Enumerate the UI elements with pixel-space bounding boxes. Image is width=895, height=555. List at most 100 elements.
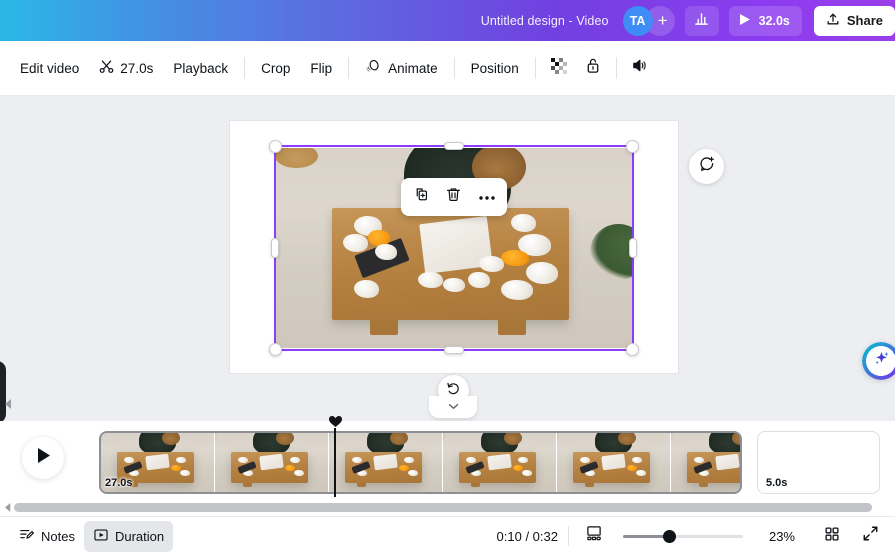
edit-video-button[interactable]: Edit video: [10, 54, 89, 83]
scroll-left-button[interactable]: [2, 398, 14, 412]
video-crumpled-paper: [500, 280, 533, 300]
volume-icon: [631, 57, 648, 79]
flip-button[interactable]: Flip: [300, 54, 342, 83]
preview-play-button[interactable]: 32.0s: [728, 5, 802, 36]
clip-duration-label: 5.0s: [766, 477, 788, 489]
share-label: Share: [846, 13, 883, 28]
avatar[interactable]: TA: [622, 5, 653, 36]
playhead-marker[interactable]: [329, 414, 342, 427]
video-crumpled-paper: [479, 256, 505, 272]
animate-icon: [365, 58, 382, 78]
timeline-thumbnail[interactable]: [443, 433, 556, 492]
canva-video-editor: Untitled design - Video TA + 32.0s Share…: [0, 0, 895, 555]
bottom-bar: Notes Duration 0:10 / 0:32 23%: [0, 516, 895, 555]
timeline-clip-selected[interactable]: 27.0s: [99, 431, 742, 494]
scissors-icon: [99, 59, 114, 77]
zoom-slider-fill: [623, 534, 669, 538]
magic-ring: [862, 342, 895, 380]
top-bar: Untitled design - Video TA + 32.0s Share: [0, 0, 895, 41]
position-button[interactable]: Position: [461, 54, 529, 83]
grid-view-icon: [824, 526, 840, 547]
more-options-button[interactable]: [473, 183, 501, 211]
video-crumpled-paper: [375, 244, 397, 260]
zoom-slider[interactable]: [623, 529, 743, 543]
transparency-icon: [550, 57, 567, 79]
video-crumpled-paper: [343, 234, 369, 252]
element-toolbar: Edit video 27.0s Playback Crop Flip Anim…: [0, 41, 895, 96]
upload-icon: [826, 12, 840, 29]
play-icon: [739, 13, 751, 29]
toolbar-divider-5: [615, 57, 617, 79]
toolbar-divider-2: [348, 57, 350, 79]
magic-studio-button[interactable]: [862, 342, 895, 380]
lock-button[interactable]: [576, 52, 610, 84]
fullscreen-button[interactable]: [855, 522, 885, 550]
collaborators-group: TA +: [622, 5, 675, 36]
total-duration-label: 32.0s: [758, 13, 790, 28]
unlock-icon: [585, 57, 601, 79]
zoom-slider-thumb[interactable]: [662, 529, 676, 543]
timeline-thumbnail[interactable]: [329, 433, 442, 492]
timeline-thumbnail[interactable]: [671, 433, 740, 492]
playback-button[interactable]: Playback: [163, 54, 238, 83]
duplicate-icon: [413, 186, 430, 208]
flip-label: Flip: [310, 60, 333, 76]
video-crumpled-paper: [353, 280, 379, 298]
chevron-down-icon: [448, 397, 459, 415]
grid-view-button[interactable]: [817, 522, 847, 550]
share-button[interactable]: Share: [813, 5, 895, 36]
delete-button[interactable]: [440, 183, 468, 211]
presentation-view-button[interactable]: [579, 522, 609, 550]
duration-icon: [93, 527, 109, 546]
transparency-button[interactable]: [542, 52, 576, 84]
notes-icon: [19, 527, 35, 546]
video-crumpled-paper: [418, 272, 444, 288]
chevron-left-icon: [4, 499, 11, 517]
toolbar-divider-3: [453, 57, 455, 79]
timeline-thumbnail[interactable]: [215, 433, 328, 492]
toolbar-divider-4: [534, 57, 536, 79]
notes-label: Notes: [41, 528, 75, 544]
timeline-thumbnail[interactable]: 27.0s: [101, 433, 214, 492]
canvas-stage[interactable]: [0, 96, 895, 421]
position-label: Position: [470, 60, 519, 76]
timeline-play-button[interactable]: [22, 437, 64, 479]
design-page[interactable]: [230, 121, 678, 373]
top-bar-right-group: Untitled design - Video TA + 32.0s Share: [390, 5, 895, 36]
playback-label: Playback: [173, 60, 229, 76]
add-comment-button[interactable]: [689, 149, 724, 184]
trim-duration-button[interactable]: 27.0s: [89, 52, 163, 84]
volume-button[interactable]: [623, 52, 657, 84]
timeline-scroll-left-button[interactable]: [2, 502, 13, 513]
timeline-thumbnail[interactable]: [557, 433, 670, 492]
time-display: 0:10 / 0:32: [496, 528, 558, 544]
bottom-divider: [568, 526, 569, 546]
duration-label: Duration: [114, 528, 165, 544]
playhead-line[interactable]: [334, 428, 336, 497]
timeline-scrollbar[interactable]: [14, 503, 872, 512]
chevron-left-icon: [4, 396, 12, 414]
zoom-level-label[interactable]: 23%: [763, 529, 795, 544]
timeline-clip-next[interactable]: 5.0s: [757, 431, 880, 494]
animate-label: Animate: [388, 60, 438, 76]
presentation-icon: [585, 525, 603, 547]
analytics-button[interactable]: [684, 5, 719, 36]
notes-button[interactable]: Notes: [10, 521, 84, 552]
animate-button[interactable]: Animate: [355, 51, 448, 85]
more-options-icon: [478, 188, 496, 206]
crop-label: Crop: [261, 60, 291, 76]
video-crumpled-paper: [443, 278, 465, 292]
video-crumpled-paper: [511, 214, 537, 232]
collapse-panel-button[interactable]: [429, 396, 477, 418]
video-crumpled-paper: [525, 262, 558, 284]
duplicate-button[interactable]: [407, 183, 435, 211]
trim-duration-label: 27.0s: [120, 60, 154, 76]
duration-button[interactable]: Duration: [83, 520, 174, 552]
element-context-toolbar: [401, 178, 507, 216]
trash-icon: [445, 186, 462, 208]
design-title[interactable]: Untitled design - Video: [481, 14, 609, 28]
expand-icon: [862, 525, 879, 547]
crop-button[interactable]: Crop: [251, 54, 300, 83]
add-comment-icon: [698, 155, 716, 178]
video-orange-object: [500, 250, 530, 266]
